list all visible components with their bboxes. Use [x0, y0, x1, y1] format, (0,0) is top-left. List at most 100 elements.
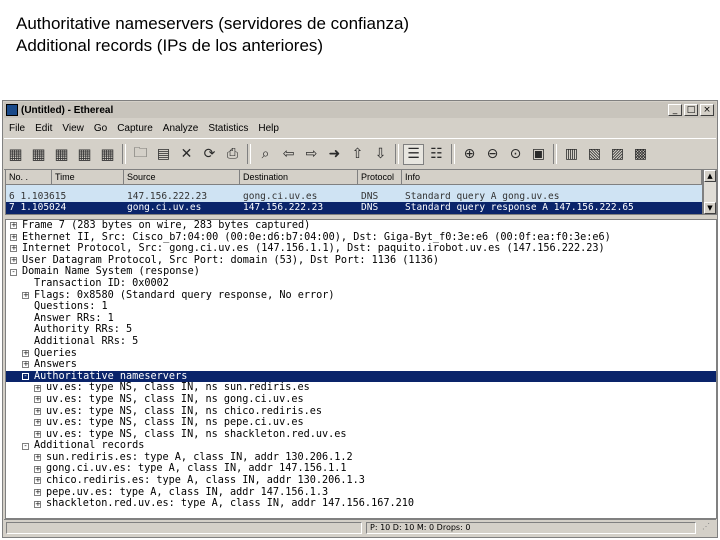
- expand-icon[interactable]: +: [34, 465, 41, 473]
- scroll-down-icon[interactable]: ▼: [704, 202, 716, 214]
- menu-help[interactable]: Help: [253, 123, 284, 134]
- display-filters-icon[interactable]: ▧: [584, 144, 605, 165]
- collapse-icon[interactable]: -: [22, 442, 29, 450]
- title-bar[interactable]: (Untitled) - Ethereal _ □ ×: [4, 102, 716, 118]
- go-back-icon[interactable]: ⇦: [278, 144, 299, 165]
- find-packet-icon[interactable]: ⌕: [255, 144, 276, 165]
- capture-start-icon[interactable]: ▦: [51, 144, 72, 165]
- packet-destination: 147.156.222.23: [243, 202, 324, 213]
- expand-icon[interactable]: +: [34, 419, 41, 427]
- column-destination[interactable]: Destination: [240, 170, 358, 185]
- scroll-up-icon[interactable]: ▲: [704, 170, 716, 182]
- expand-icon[interactable]: +: [34, 500, 41, 508]
- reload-icon[interactable]: ⟳: [199, 144, 220, 165]
- menu-file[interactable]: File: [4, 123, 30, 134]
- expand-icon[interactable]: +: [34, 477, 41, 485]
- tree-item[interactable]: Transaction ID: 0x0002: [6, 278, 716, 290]
- packet-info: Standard query response A 147.156.222.65: [405, 202, 634, 213]
- tree-item[interactable]: + uv.es: type NS, class IN, ns chico.redi…: [6, 406, 716, 418]
- save-file-icon[interactable]: ▤: [153, 144, 174, 165]
- go-to-packet-icon[interactable]: ➜: [324, 144, 345, 165]
- minimize-button[interactable]: _: [668, 104, 682, 116]
- tree-item[interactable]: + uv.es: type NS, class IN, ns pepe.ci.uv…: [6, 417, 716, 429]
- maximize-button[interactable]: □: [684, 104, 698, 116]
- expand-icon[interactable]: +: [10, 233, 17, 241]
- close-button[interactable]: ×: [700, 104, 714, 116]
- open-file-icon[interactable]: 🗀: [130, 144, 151, 165]
- zoom-normal-icon[interactable]: ⊙: [505, 144, 526, 165]
- collapse-icon[interactable]: -: [10, 268, 17, 276]
- tree-item[interactable]: Answer RRs: 1: [6, 313, 716, 325]
- tree-item[interactable]: - Additional records: [6, 440, 716, 452]
- expand-icon[interactable]: +: [10, 245, 17, 253]
- tree-item[interactable]: + uv.es: type NS, class IN, ns sun.rediri…: [6, 382, 716, 394]
- expand-icon[interactable]: +: [10, 257, 17, 265]
- tree-item-selected[interactable]: - Authoritative nameservers: [6, 370, 716, 383]
- collapse-icon[interactable]: -: [22, 373, 29, 381]
- column-no[interactable]: No. .: [6, 170, 52, 185]
- close-file-icon[interactable]: ✕: [176, 144, 197, 165]
- tree-item-label: Questions: 1: [34, 301, 108, 313]
- tree-item[interactable]: + Ethernet II, Src: Cisco_b7:04:00 (00:0e…: [6, 232, 716, 244]
- expand-icon[interactable]: +: [34, 488, 41, 496]
- resize-columns-icon[interactable]: ▣: [528, 144, 549, 165]
- tree-item[interactable]: + User Datagram Protocol, Src Port: domai…: [6, 255, 716, 267]
- column-source[interactable]: Source: [124, 170, 240, 185]
- column-time[interactable]: Time: [52, 170, 124, 185]
- expand-icon[interactable]: +: [34, 407, 41, 415]
- expand-icon[interactable]: +: [34, 384, 41, 392]
- tree-item[interactable]: + uv.es: type NS, class IN, ns shackleton…: [6, 429, 716, 441]
- packet-row[interactable]: [6, 185, 702, 192]
- menu-go[interactable]: Go: [89, 123, 112, 134]
- column-protocol[interactable]: Protocol: [358, 170, 402, 185]
- tree-item[interactable]: + Queries: [6, 348, 716, 360]
- tree-item-label: Additional RRs: 5: [34, 335, 139, 347]
- tree-item[interactable]: + shackleton.red.uv.es: type A, class IN,…: [6, 498, 716, 510]
- tree-item[interactable]: + chico.rediris.es: type A, class IN, add…: [6, 475, 716, 487]
- tree-item[interactable]: + uv.es: type NS, class IN, ns gong.ci.uv…: [6, 394, 716, 406]
- tree-item[interactable]: + Internet Protocol, Src: gong.ci.uv.es (…: [6, 243, 716, 255]
- coloring-rules-icon[interactable]: ▨: [607, 144, 628, 165]
- capture-restart-icon[interactable]: ▦: [97, 144, 118, 165]
- expand-icon[interactable]: +: [34, 396, 41, 404]
- packet-list-scrollbar[interactable]: ▲ ▼: [703, 169, 717, 215]
- tree-item[interactable]: Additional RRs: 5: [6, 336, 716, 348]
- capture-stop-icon[interactable]: ▦: [74, 144, 95, 165]
- preferences-icon[interactable]: ▩: [630, 144, 651, 165]
- colorize-icon[interactable]: ☰: [403, 143, 424, 165]
- menu-capture[interactable]: Capture: [112, 123, 158, 134]
- menu-edit[interactable]: Edit: [30, 123, 57, 134]
- tree-item[interactable]: + Flags: 0x8580 (Standard query response,…: [6, 290, 716, 302]
- zoom-in-icon[interactable]: ⊕: [459, 144, 480, 165]
- go-forward-icon[interactable]: ⇨: [301, 144, 322, 165]
- tree-item[interactable]: + gong.ci.uv.es: type A, class IN, addr 1…: [6, 463, 716, 475]
- go-first-icon[interactable]: ⇧: [347, 144, 368, 165]
- tree-item[interactable]: - Domain Name System (response): [6, 266, 716, 278]
- tree-item[interactable]: Questions: 1: [6, 301, 716, 313]
- expand-icon[interactable]: +: [22, 291, 29, 299]
- expand-icon[interactable]: +: [22, 349, 29, 357]
- tree-item[interactable]: + sun.rediris.es: type A, class IN, addr …: [6, 452, 716, 464]
- expand-icon[interactable]: +: [34, 454, 41, 462]
- capture-options-icon[interactable]: ▦: [28, 144, 49, 165]
- menu-analyze[interactable]: Analyze: [158, 123, 204, 134]
- tree-item[interactable]: + Answers: [6, 359, 716, 371]
- go-last-icon[interactable]: ⇩: [370, 144, 391, 165]
- auto-scroll-icon[interactable]: ☷: [426, 144, 447, 165]
- packet-row[interactable]: 6 1.103615 147.156.222.23 gong.ci.uv.es …: [6, 192, 702, 202]
- column-info[interactable]: Info: [402, 170, 702, 185]
- interfaces-icon[interactable]: ▦: [5, 144, 26, 165]
- tree-item[interactable]: + Frame 7 (283 bytes on wire, 283 bytes c…: [6, 220, 716, 232]
- menu-view[interactable]: View: [57, 123, 89, 134]
- expand-icon[interactable]: +: [22, 361, 29, 369]
- tree-item[interactable]: Authority RRs: 5: [6, 324, 716, 336]
- packet-row-selected[interactable]: 7 1.105024 gong.ci.uv.es 147.156.222.23 …: [6, 202, 702, 214]
- expand-icon[interactable]: +: [10, 222, 17, 230]
- expand-icon[interactable]: +: [34, 430, 41, 438]
- print-icon[interactable]: ⎙: [222, 144, 243, 165]
- zoom-out-icon[interactable]: ⊖: [482, 144, 503, 165]
- capture-filters-icon[interactable]: ▥: [561, 144, 582, 165]
- tree-item[interactable]: + pepe.uv.es: type A, class IN, addr 147.…: [6, 487, 716, 499]
- menu-statistics[interactable]: Statistics: [203, 123, 253, 134]
- resize-grip-icon[interactable]: ⋰: [702, 522, 714, 534]
